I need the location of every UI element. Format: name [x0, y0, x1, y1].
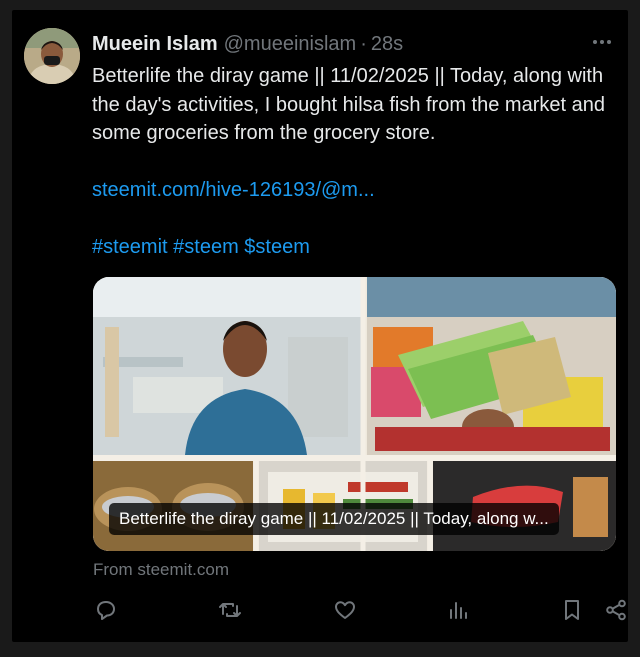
reply-button[interactable] — [92, 596, 120, 624]
media-caption: Betterlife the diray game || 11/02/2025 … — [109, 503, 559, 535]
reply-icon — [97, 601, 115, 620]
avatar[interactable] — [24, 28, 80, 84]
timestamp[interactable]: 28s — [371, 33, 403, 56]
author-handle[interactable]: @mueeinislam — [224, 33, 357, 56]
media-card[interactable]: Betterlife the diray game || 11/02/2025 … — [93, 277, 616, 551]
views-icon — [450, 602, 467, 619]
post-link[interactable]: steemit.com/hive-126193/@m... — [92, 176, 612, 205]
like-icon — [335, 601, 355, 619]
like-button[interactable] — [331, 596, 359, 624]
post-header: Muеein Islam @mueeinislam · 28s — [92, 30, 403, 58]
post-hashtags[interactable]: #steemit #steem $steem — [92, 233, 612, 262]
post-body: Betterlife the diray game || 11/02/2025 … — [92, 62, 612, 262]
separator-dot: · — [360, 32, 367, 55]
avatar-image — [24, 28, 80, 84]
more-button[interactable] — [590, 32, 614, 52]
action-bar — [92, 596, 626, 624]
author-name[interactable]: Muеein Islam — [92, 33, 218, 56]
bookmark-button[interactable] — [558, 596, 586, 624]
link-source[interactable]: From steemit.com — [93, 558, 229, 582]
repost-icon — [219, 603, 241, 617]
share-icon — [606, 599, 626, 621]
bookmark-icon — [565, 600, 579, 620]
tweet-card[interactable]: Muеein Islam @mueeinislam · 28s Betterli… — [12, 10, 628, 642]
share-button[interactable] — [602, 596, 630, 624]
repost-button[interactable] — [216, 596, 244, 624]
post-text: Betterlife the diray game || 11/02/2025 … — [92, 65, 605, 144]
views-button[interactable] — [444, 596, 472, 624]
more-dots-icon — [593, 40, 611, 44]
